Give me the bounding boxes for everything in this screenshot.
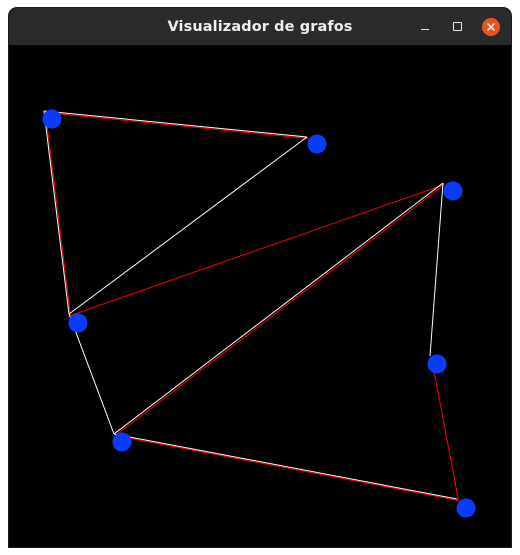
graph-node-n5[interactable] xyxy=(427,354,447,374)
close-button[interactable] xyxy=(480,16,501,37)
title-bar[interactable]: Visualizador de grafos xyxy=(9,8,511,45)
graph-edge-n1-n4-white xyxy=(43,110,70,315)
graph-node-n7[interactable] xyxy=(456,498,476,518)
graph-svg xyxy=(42,109,476,518)
maximize-button[interactable] xyxy=(447,16,468,37)
edges-layer xyxy=(43,110,459,501)
graph-edge-n6-n7-red xyxy=(115,435,459,501)
window-title: Visualizador de grafos xyxy=(167,18,353,35)
graph-edge-n6-n7-white xyxy=(113,433,458,500)
graph-node-n6[interactable] xyxy=(112,432,132,452)
nodes-layer xyxy=(42,109,476,518)
graph-node-n1[interactable] xyxy=(42,109,62,129)
graph-edge-n2-n4-white xyxy=(68,136,308,315)
graph-node-n4[interactable] xyxy=(68,313,88,333)
graph-edge-n5-n7-red xyxy=(431,357,459,501)
graph-edge-n1-n2-white xyxy=(43,110,308,138)
close-icon xyxy=(481,17,500,36)
graph-edge-n1-n4-red xyxy=(45,112,71,316)
app-window: Visualizador de grafos xyxy=(9,8,511,547)
minimize-button[interactable] xyxy=(414,16,435,37)
graph-edge-n3-n6-red xyxy=(115,184,445,436)
graph-canvas[interactable] xyxy=(9,45,511,547)
minimize-icon xyxy=(420,28,429,31)
maximize-icon xyxy=(453,22,462,31)
graph-node-n3[interactable] xyxy=(443,181,463,201)
graph-edge-n3-n4-red xyxy=(70,184,445,316)
graph-edge-n3-n5-white xyxy=(429,182,444,357)
graph-edge-n3-n6-white xyxy=(113,182,444,435)
window-controls xyxy=(414,16,501,37)
graph-node-n2[interactable] xyxy=(307,134,327,154)
graph-edge-n1-n2-red xyxy=(45,112,309,139)
